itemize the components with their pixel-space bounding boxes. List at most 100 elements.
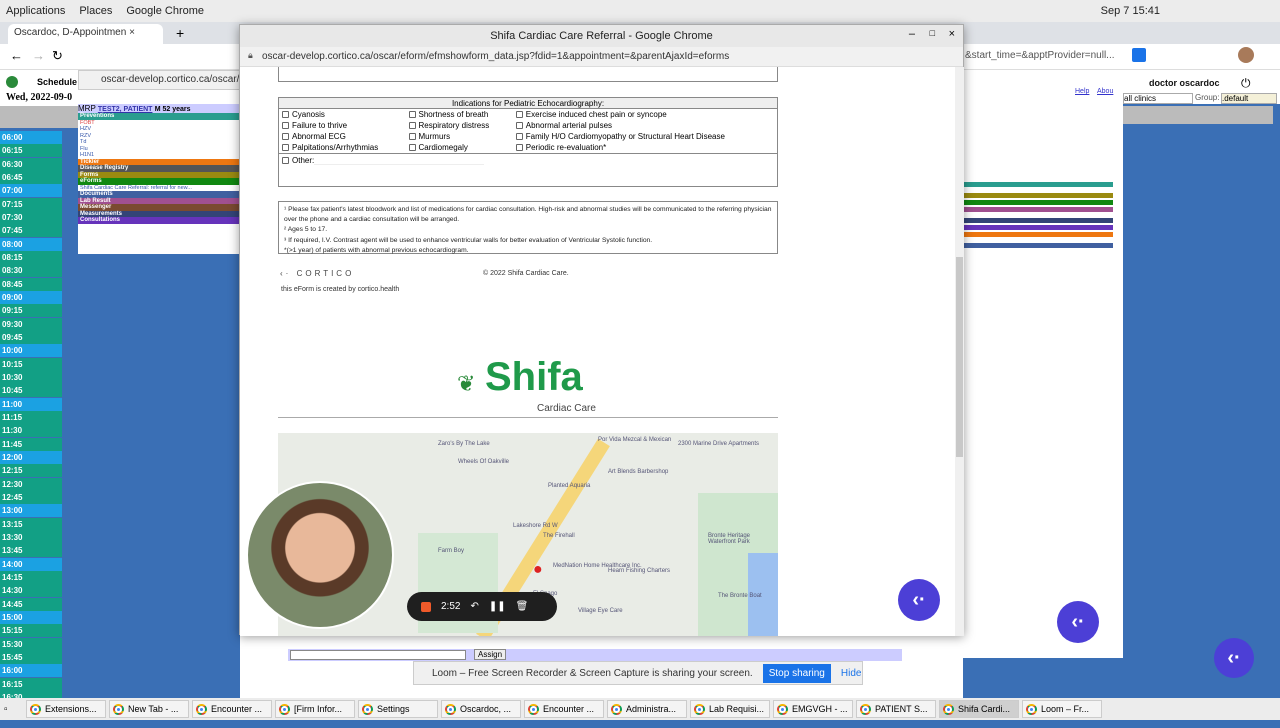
time-slot[interactable]: 06:45 <box>0 170 62 184</box>
taskbar-item[interactable]: Lab Requisi... <box>690 700 770 718</box>
undo-icon[interactable]: ↶ <box>470 601 478 612</box>
show-desktop-icon[interactable]: ▫ <box>4 704 18 715</box>
reload-icon[interactable]: ↻ <box>52 48 63 64</box>
time-slot[interactable]: 07:30 <box>0 210 62 224</box>
indication-option[interactable]: Abnormal ECG <box>279 131 406 142</box>
checkbox[interactable] <box>408 111 416 119</box>
taskbar-item[interactable]: Encounter ... <box>524 700 604 718</box>
time-slot[interactable]: 09:15 <box>0 304 62 318</box>
taskbar-item[interactable]: EMGVGH - ... <box>773 700 853 718</box>
time-slot[interactable]: 08:15 <box>0 250 62 264</box>
time-slot[interactable]: 13:00 <box>0 504 62 518</box>
indication-option[interactable]: Abnormal arterial pulses <box>513 120 779 131</box>
map-pin-icon[interactable]: ● <box>533 561 543 579</box>
time-slot[interactable]: 10:15 <box>0 357 62 371</box>
webcam-bubble[interactable] <box>246 481 394 629</box>
time-slot[interactable]: 07:00 <box>0 184 62 198</box>
time-slot[interactable]: 07:45 <box>0 224 62 238</box>
time-slot[interactable]: 15:45 <box>0 650 62 664</box>
menu-google-chrome[interactable]: Google Chrome <box>126 5 204 17</box>
time-slot[interactable]: 11:00 <box>0 397 62 411</box>
popup-scrollbar[interactable] <box>955 67 964 636</box>
trash-icon[interactable]: 🗑︎ <box>516 601 529 612</box>
taskbar-item[interactable]: [Firm Infor... <box>275 700 355 718</box>
time-slot[interactable]: 10:00 <box>0 344 62 358</box>
assign-input[interactable] <box>290 650 466 660</box>
taskbar-item[interactable]: Administra... <box>607 700 687 718</box>
checkbox[interactable] <box>282 122 289 130</box>
cortico-fab-3[interactable]: ‹· <box>1214 638 1254 678</box>
section-bar[interactable] <box>963 243 1113 248</box>
time-slot[interactable]: 12:45 <box>0 490 62 504</box>
time-slot[interactable]: 10:45 <box>0 384 62 398</box>
time-slot[interactable]: 14:15 <box>0 570 62 584</box>
section-bar[interactable] <box>963 200 1113 205</box>
patient-link[interactable]: TEST2, PATIENT <box>98 106 153 113</box>
section-bar[interactable] <box>963 207 1113 212</box>
maximize-icon[interactable]: □ <box>930 28 935 38</box>
menu-applications[interactable]: Applications <box>6 5 65 17</box>
taskbar-item[interactable]: Settings <box>358 700 438 718</box>
pause-icon[interactable]: ❚❚ <box>489 601 506 612</box>
clinic-select[interactable]: all clinics <box>1123 93 1193 104</box>
time-slot[interactable]: 12:15 <box>0 464 62 478</box>
section-bar[interactable] <box>963 182 1113 187</box>
taskbar-item[interactable]: Oscardoc, ... <box>441 700 521 718</box>
time-slot[interactable]: 14:30 <box>0 584 62 598</box>
section-consultations[interactable]: Consultations <box>78 217 240 224</box>
user-name[interactable]: doctor oscardoc <box>1149 78 1220 88</box>
taskbar-item[interactable]: New Tab - ... <box>109 700 189 718</box>
time-slot[interactable]: 13:45 <box>0 544 62 558</box>
power-icon[interactable]: ⏻ <box>1241 76 1251 91</box>
time-slot[interactable]: 11:30 <box>0 424 62 438</box>
time-slot[interactable]: 08:00 <box>0 237 62 251</box>
extension-icon[interactable] <box>1132 48 1146 62</box>
time-slot[interactable]: 09:45 <box>0 330 62 344</box>
assign-button[interactable]: Assign <box>474 649 507 660</box>
time-slot[interactable]: 12:30 <box>0 477 62 491</box>
time-slot[interactable]: 07:15 <box>0 197 62 211</box>
checkbox[interactable] <box>515 122 523 130</box>
taskbar-item[interactable]: Loom – Fr... <box>1022 700 1102 718</box>
time-slot[interactable]: 14:45 <box>0 597 62 611</box>
indication-option[interactable]: Murmurs <box>406 131 513 142</box>
indication-option[interactable]: Cardiomegaly <box>406 142 513 153</box>
time-slot[interactable]: 08:30 <box>0 264 62 278</box>
section-bar[interactable] <box>963 232 1113 237</box>
close-icon[interactable]: × <box>949 28 955 40</box>
taskbar-item[interactable]: PATIENT S... <box>856 700 936 718</box>
schedule-link[interactable]: Schedule <box>37 77 77 87</box>
time-slot[interactable]: 06:00 <box>0 131 62 144</box>
time-slot[interactable]: 08:45 <box>0 277 62 291</box>
taskbar-item[interactable]: Extensions... <box>26 700 106 718</box>
hide-button[interactable]: Hide <box>841 668 862 679</box>
time-slot[interactable]: 14:00 <box>0 557 62 571</box>
forward-icon[interactable]: → <box>32 48 45 63</box>
time-slot[interactable]: 11:15 <box>0 410 62 424</box>
close-icon[interactable]: × <box>129 27 135 38</box>
profile-avatar[interactable] <box>1238 47 1254 63</box>
new-tab-icon[interactable]: + <box>176 25 184 41</box>
menu-places[interactable]: Places <box>79 5 112 17</box>
tab-oscardoc[interactable]: Oscardoc, D-Appointmen × <box>8 24 163 44</box>
time-slot[interactable]: 15:00 <box>0 610 62 624</box>
time-slot[interactable]: 13:15 <box>0 517 62 531</box>
checkbox[interactable] <box>282 111 289 119</box>
stop-recording-icon[interactable] <box>421 601 431 612</box>
checkbox[interactable] <box>408 144 416 152</box>
group-select[interactable]: .default <box>1221 93 1277 104</box>
minimize-icon[interactable]: – <box>909 28 915 40</box>
time-slot[interactable]: 13:30 <box>0 530 62 544</box>
section-bar[interactable] <box>963 193 1113 198</box>
url-right[interactable]: &start_time=&apptProvider=null... <box>965 50 1115 61</box>
indication-option[interactable]: Shortness of breath <box>406 109 513 120</box>
section-bar[interactable] <box>963 218 1113 223</box>
indication-option[interactable]: Periodic re-evaluation* <box>513 142 779 153</box>
back-icon[interactable]: ← <box>10 48 23 63</box>
taskbar-item[interactable]: Shifa Cardi... <box>939 700 1019 718</box>
checkbox[interactable] <box>515 133 523 141</box>
cortico-fab-2[interactable]: ‹· <box>1057 601 1099 643</box>
indication-option[interactable]: Family H/O Cardiomyopathy or Structural … <box>513 131 779 142</box>
indication-option[interactable]: Failure to thrive <box>279 120 406 131</box>
stop-sharing-button[interactable]: Stop sharing <box>762 663 831 683</box>
